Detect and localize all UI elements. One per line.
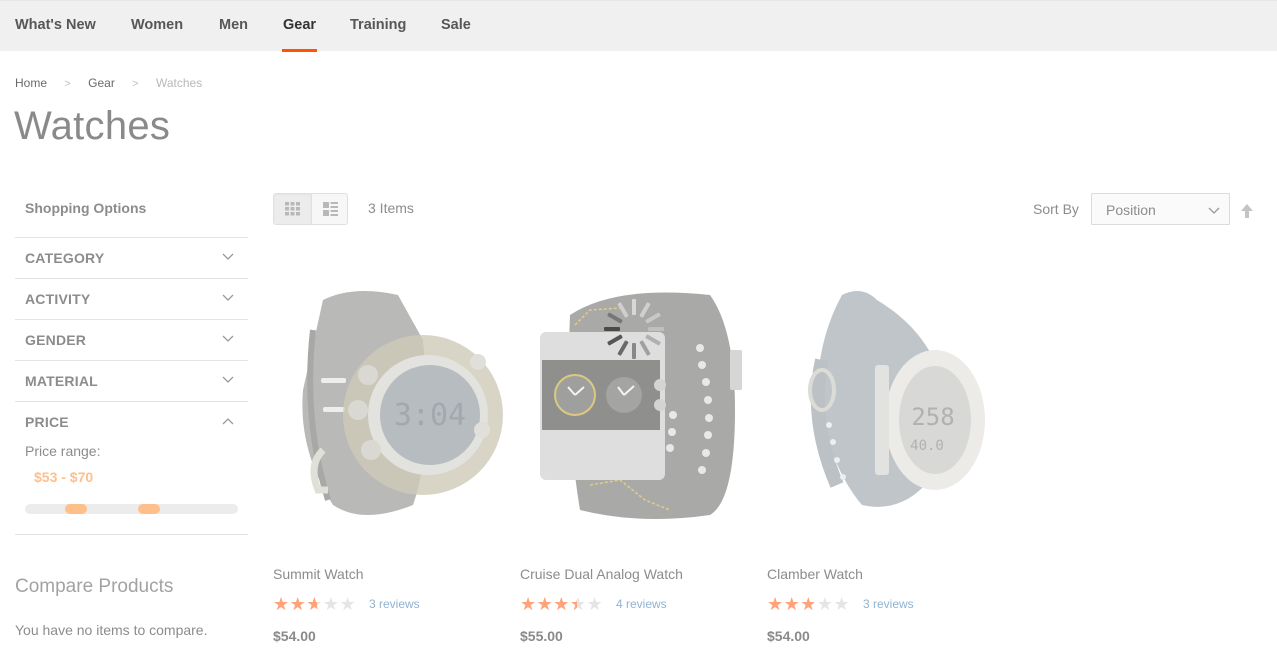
spinner-bar bbox=[645, 312, 661, 324]
spinner-bar bbox=[617, 302, 629, 318]
breadcrumb-separator-icon: > bbox=[64, 78, 71, 90]
list-mode-button[interactable] bbox=[311, 194, 348, 224]
breadcrumb-separator-icon: > bbox=[132, 78, 139, 90]
star-rating-filled-icon: ★★★★★ bbox=[520, 595, 577, 613]
spinner-bar bbox=[607, 312, 623, 324]
svg-text:258: 258 bbox=[911, 403, 954, 431]
price-slider[interactable] bbox=[25, 504, 238, 514]
spinner-bar bbox=[604, 327, 620, 331]
sort-by-label: Sort By bbox=[1033, 201, 1079, 217]
product-rating[interactable]: ★★★★★ ★★★★★ bbox=[273, 595, 363, 613]
view-mode-switch bbox=[273, 193, 348, 225]
price-range-label: Price range: bbox=[25, 443, 101, 459]
nav-item-men[interactable]: Men bbox=[219, 1, 248, 52]
chevron-down-icon bbox=[222, 335, 234, 342]
chevron-down-icon bbox=[222, 253, 234, 260]
breadcrumb: Home > Gear > Watches bbox=[15, 76, 202, 90]
spinner-bar bbox=[632, 343, 636, 359]
star-rating-filled-icon: ★★★★★ bbox=[273, 595, 317, 613]
product-image-summit-watch[interactable]: 3:04 bbox=[273, 270, 508, 540]
filter-label: PRICE bbox=[25, 414, 69, 430]
filter-material[interactable]: MATERIAL bbox=[15, 360, 248, 401]
product-reviews-link[interactable]: 3 reviews bbox=[369, 597, 420, 611]
sort-by-select[interactable]: Position bbox=[1091, 193, 1230, 225]
svg-text:40.0: 40.0 bbox=[910, 438, 944, 454]
sort-by-value: Position bbox=[1106, 202, 1156, 218]
product-rating[interactable]: ★★★★★ ★★★★★ bbox=[767, 595, 857, 613]
spinner-bar bbox=[607, 334, 623, 346]
product-name[interactable]: Clamber Watch bbox=[767, 566, 863, 582]
nav-item-women[interactable]: Women bbox=[131, 1, 183, 52]
filter-category[interactable]: CATEGORY bbox=[15, 237, 248, 278]
price-range-value: $53 - $70 bbox=[34, 469, 94, 485]
spinner-bar bbox=[648, 327, 664, 331]
price-slider-min-handle[interactable] bbox=[65, 504, 88, 514]
loading-spinner-icon bbox=[604, 299, 664, 359]
star-rating-filled-icon: ★★★★★ bbox=[767, 595, 814, 613]
product-reviews-link[interactable]: 3 reviews bbox=[863, 597, 914, 611]
product-name[interactable]: Cruise Dual Analog Watch bbox=[520, 566, 683, 582]
chevron-up-icon bbox=[222, 418, 234, 425]
divider bbox=[15, 534, 248, 535]
compare-products-title: Compare Products bbox=[15, 576, 174, 597]
filter-label: MATERIAL bbox=[25, 373, 98, 389]
toolbar-amount: 3 Items bbox=[368, 200, 414, 216]
spinner-bar bbox=[639, 302, 651, 318]
arrow-up-icon[interactable] bbox=[1240, 203, 1254, 219]
nav-item-sale[interactable]: Sale bbox=[441, 1, 471, 52]
chevron-down-icon bbox=[222, 376, 234, 383]
filter-price[interactable]: PRICE bbox=[15, 401, 248, 442]
breadcrumb-home[interactable]: Home bbox=[15, 76, 47, 90]
compare-empty-message: You have no items to compare. bbox=[15, 622, 208, 638]
product-name[interactable]: Summit Watch bbox=[273, 566, 364, 582]
grid-icon bbox=[285, 202, 300, 216]
nav-item-whats-new[interactable]: What's New bbox=[15, 1, 96, 52]
filter-label: CATEGORY bbox=[25, 250, 105, 266]
price-slider-max-handle[interactable] bbox=[137, 504, 160, 514]
shopping-options-title: Shopping Options bbox=[25, 200, 147, 216]
spinner-bar bbox=[632, 299, 636, 315]
product-rating[interactable]: ★★★★★ ★★★★★ bbox=[520, 595, 610, 613]
product-price: $54.00 bbox=[273, 628, 316, 644]
product-price: $54.00 bbox=[767, 628, 810, 644]
nav-item-training[interactable]: Training bbox=[350, 1, 406, 52]
spinner-bar bbox=[617, 340, 629, 356]
chevron-down-icon bbox=[1208, 207, 1220, 214]
product-reviews-link[interactable]: 4 reviews bbox=[616, 597, 667, 611]
breadcrumb-current: Watches bbox=[155, 76, 203, 90]
breadcrumb-gear[interactable]: Gear bbox=[88, 76, 115, 90]
list-icon bbox=[323, 202, 338, 216]
nav-item-gear[interactable]: Gear bbox=[281, 1, 318, 52]
grid-mode-button[interactable] bbox=[274, 194, 311, 224]
svg-text:3:04: 3:04 bbox=[394, 398, 466, 433]
chevron-down-icon bbox=[222, 294, 234, 301]
top-navigation: What's New Women Men Gear Training Sale bbox=[0, 0, 1277, 52]
product-price: $55.00 bbox=[520, 628, 563, 644]
filter-label: ACTIVITY bbox=[25, 291, 91, 307]
spinner-bar bbox=[639, 340, 651, 356]
page-title: Watches bbox=[14, 104, 171, 148]
filter-label: GENDER bbox=[25, 332, 87, 348]
spinner-bar bbox=[645, 334, 661, 346]
filter-gender[interactable]: GENDER bbox=[15, 319, 248, 360]
product-image-clamber-watch[interactable]: 258 40.0 bbox=[767, 270, 1002, 540]
filter-activity[interactable]: ACTIVITY bbox=[15, 278, 248, 319]
